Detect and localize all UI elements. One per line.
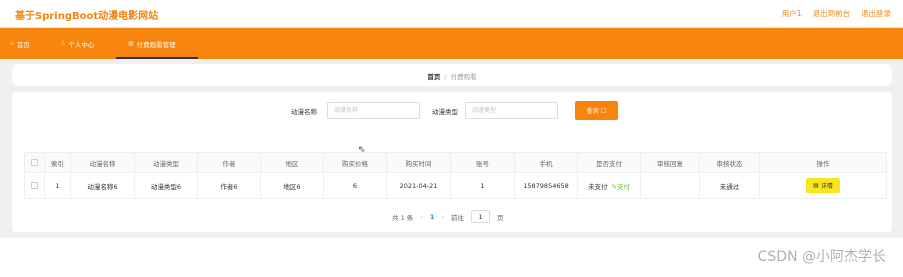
nav-item-home[interactable]: ⌂ 首页: [10, 28, 30, 59]
grid-icon: ▦: [128, 40, 134, 47]
search-button[interactable]: 查询 ▢: [575, 101, 618, 120]
cell-type: 动漫类型6: [134, 172, 198, 199]
table-row: 1 动漫名称6 动漫类型6 作者6 地区6 6 2021-04-21 1 158…: [24, 172, 887, 199]
watermark: CSDN @小阿杰学长: [757, 249, 886, 265]
column-header: 审核回复: [640, 152, 700, 173]
cell-account: 1: [450, 172, 515, 199]
next-page-icon[interactable]: ›: [441, 213, 444, 221]
back-to-front-link[interactable]: 退出到前台: [813, 8, 851, 19]
user-icon: ♙: [60, 40, 66, 47]
nav-item-paid-watch[interactable]: ▦ 付费观看管理: [116, 28, 198, 59]
breadcrumb-home[interactable]: 首页: [427, 73, 440, 81]
nav-item-label: 首页: [16, 40, 30, 49]
column-header: 是否支付: [577, 152, 641, 173]
cell-actions: ▤ 详情: [759, 172, 887, 199]
type-search-input[interactable]: [465, 102, 558, 119]
search-button-label: 查询: [586, 108, 599, 115]
breadcrumb: 首页 / 付费观看: [12, 71, 892, 81]
data-table: 索引 动漫名称 动漫类型 作者 地区 购买价格 购买时间 账号 手机 是否支付 …: [24, 152, 887, 199]
user-link[interactable]: 用户1: [782, 8, 802, 19]
search-icon: ▢: [600, 107, 607, 114]
logout-link[interactable]: 退出登录: [861, 8, 891, 19]
column-header: 购买价格: [323, 152, 387, 173]
cell-author: 作者6: [197, 172, 261, 199]
type-label: 动漫类型: [432, 108, 458, 116]
column-header: 动漫类型: [134, 152, 198, 173]
pagination: 共 1 条 ‹ 1 › 前往 页: [392, 210, 504, 223]
detail-button[interactable]: ▤ 详情: [806, 178, 840, 193]
column-header: 审核状态: [699, 152, 760, 173]
column-header: 购买时间: [386, 152, 451, 173]
column-header: 手机: [514, 152, 578, 173]
column-header: 作者: [197, 152, 261, 173]
paid-status: 未支付: [588, 182, 608, 191]
column-header: 动漫名称: [70, 152, 135, 173]
cell-status: 未通过: [699, 172, 760, 199]
nav-bar: ⌂ 首页 ♙ 个人中心 ▦ 付费观看管理: [0, 28, 903, 59]
pagination-total: 共 1 条: [392, 213, 414, 222]
cell-region: 地区6: [260, 172, 324, 199]
cell-price: 6: [323, 172, 387, 199]
page-unit: 页: [497, 213, 504, 222]
column-header: 地区: [260, 152, 324, 173]
column-header: 索引: [44, 152, 71, 173]
name-search-input[interactable]: [327, 102, 420, 119]
cell-paid: 未支付 ✎支付: [577, 172, 641, 199]
search-bar: 动漫名称 动漫类型: [0, 102, 903, 119]
page-number[interactable]: 1: [430, 213, 435, 221]
detail-icon: ▤: [813, 182, 819, 189]
cell-reply: [640, 172, 700, 199]
home-icon: ⌂: [10, 40, 14, 47]
cell-phone: 15879854658: [514, 172, 578, 199]
nav-item-label: 个人中心: [68, 40, 95, 49]
top-links: 用户1 退出到前台 退出登录: [782, 8, 891, 19]
select-all-checkbox[interactable]: [24, 152, 45, 173]
goto-label: 前往: [451, 213, 465, 222]
name-label: 动漫名称: [291, 108, 317, 116]
cell-time: 2021-04-21: [386, 172, 451, 199]
pay-button[interactable]: ✎支付: [612, 183, 630, 191]
breadcrumb-current: 付费观看: [450, 73, 477, 81]
cell-index: 1: [44, 172, 71, 199]
column-header: 操作: [759, 152, 887, 173]
column-header: 账号: [450, 152, 515, 173]
nav-item-label: 付费观看管理: [136, 40, 176, 49]
table-header-row: 索引 动漫名称 动漫类型 作者 地区 购买价格 购买时间 账号 手机 是否支付 …: [24, 152, 887, 173]
breadcrumb-card: 首页 / 付费观看: [12, 64, 892, 86]
nav-item-profile[interactable]: ♙ 个人中心: [60, 28, 94, 59]
top-bar: 基于SpringBoot动漫电影网站 用户1 退出到前台 退出登录: [0, 0, 903, 28]
goto-page-input[interactable]: [471, 210, 491, 223]
cell-name: 动漫名称6: [70, 172, 135, 199]
site-title: 基于SpringBoot动漫电影网站: [15, 11, 159, 22]
prev-page-icon[interactable]: ‹: [420, 213, 423, 221]
breadcrumb-separator: /: [444, 73, 447, 81]
pay-label: 支付: [616, 182, 630, 191]
detail-label: 详情: [820, 183, 833, 190]
row-checkbox[interactable]: [24, 172, 45, 199]
